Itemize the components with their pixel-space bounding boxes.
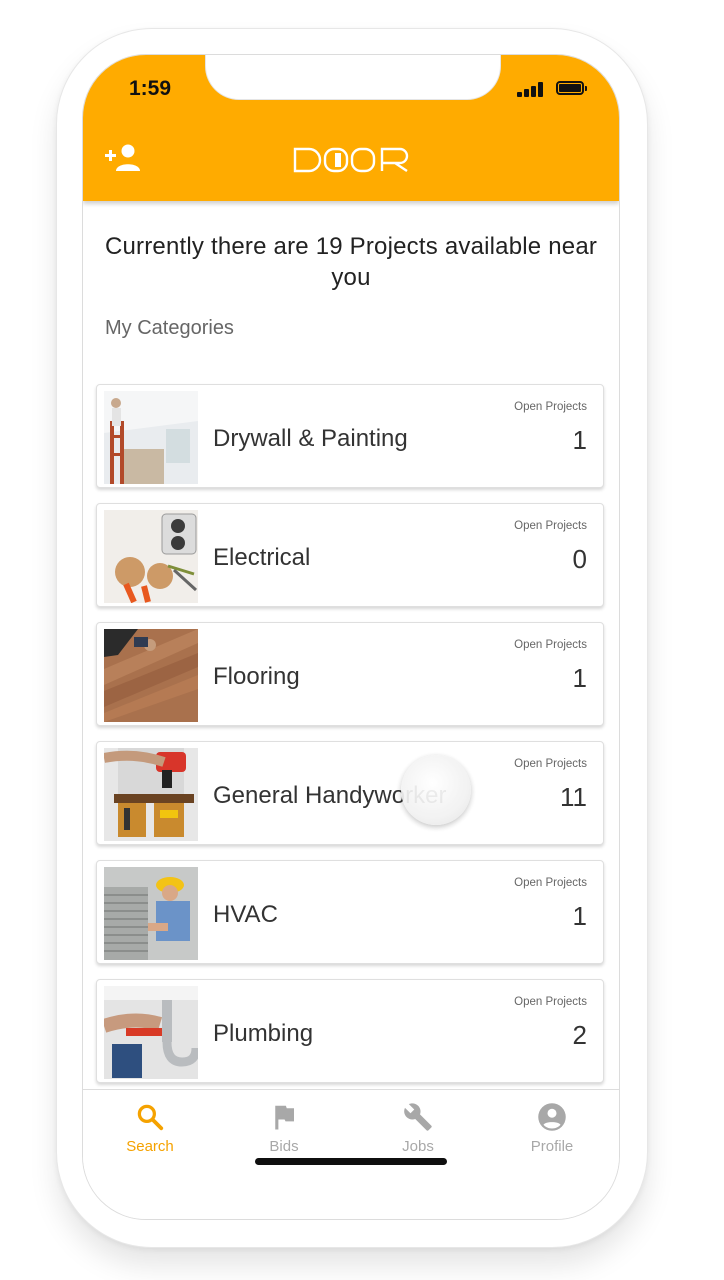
open-projects-count: 2 xyxy=(572,1020,587,1050)
status-time: 1:59 xyxy=(129,77,172,100)
sink-pipe-photo xyxy=(104,986,198,1079)
open-projects-label: Open Projects xyxy=(514,758,587,770)
category-card-flooring[interactable]: Flooring Open Projects 1 xyxy=(96,622,604,726)
tab-bids[interactable]: Bids xyxy=(217,1102,351,1162)
category-name: Flooring xyxy=(213,663,300,690)
open-projects-label: Open Projects xyxy=(514,401,587,413)
bottom-tab-bar: Search Bids Jobs Profile xyxy=(83,1089,619,1219)
wood-flooring-photo xyxy=(104,629,198,722)
tab-search[interactable]: Search xyxy=(83,1102,217,1162)
add-user-icon[interactable] xyxy=(103,143,143,173)
device-notch xyxy=(205,55,501,100)
open-projects-count: 1 xyxy=(572,425,587,455)
drywall-painting-photo xyxy=(104,391,198,484)
open-projects-label: Open Projects xyxy=(514,520,587,532)
category-card-general-handyworker[interactable]: General Handyworker Open Projects 11 xyxy=(96,741,604,845)
category-name: HVAC xyxy=(213,901,278,928)
open-projects-label: Open Projects xyxy=(514,639,587,651)
projects-available-text: Currently there are 19 Projects availabl… xyxy=(104,233,598,291)
open-projects-count: 1 xyxy=(572,663,587,693)
category-card-plumbing[interactable]: Plumbing Open Projects 2 xyxy=(96,979,604,1083)
hvac-technician-photo xyxy=(104,867,198,960)
tab-label: Jobs xyxy=(402,1138,434,1155)
search-icon xyxy=(137,1104,164,1131)
category-card-hvac[interactable]: HVAC Open Projects 1 xyxy=(96,860,604,964)
open-projects-count: 1 xyxy=(572,901,587,931)
open-projects-label: Open Projects xyxy=(514,877,587,889)
flag-icon xyxy=(275,1105,294,1130)
signal-icon xyxy=(517,81,547,97)
home-indicator xyxy=(255,1158,447,1165)
tab-jobs[interactable]: Jobs xyxy=(351,1102,485,1162)
battery-icon xyxy=(556,81,587,95)
app-screen: 1:59 Currently there are 19 Projects ava… xyxy=(82,54,620,1220)
tab-label: Bids xyxy=(269,1138,299,1155)
door-logo xyxy=(293,147,409,173)
category-card-electrical[interactable]: Electrical Open Projects 0 xyxy=(96,503,604,607)
category-name: Electrical xyxy=(213,544,311,571)
tab-label: Search xyxy=(126,1138,174,1155)
touch-indicator xyxy=(401,755,471,825)
open-projects-label: Open Projects xyxy=(514,996,587,1008)
category-card-drywall-painting[interactable]: Drywall & Painting Open Projects 1 xyxy=(96,384,604,488)
wrench-icon xyxy=(404,1103,432,1131)
category-name: Plumbing xyxy=(213,1020,314,1047)
section-title: My Categories xyxy=(105,317,234,339)
tab-profile[interactable]: Profile xyxy=(485,1102,619,1162)
tab-label: Profile xyxy=(530,1138,574,1155)
account-circle-icon xyxy=(538,1103,566,1131)
category-name: Drywall & Painting xyxy=(213,425,408,452)
app-header: 1:59 xyxy=(83,55,619,201)
open-projects-count: 0 xyxy=(572,544,587,574)
handyman-toolbelt-photo xyxy=(104,748,198,841)
open-projects-count: 11 xyxy=(560,782,587,812)
electrical-outlet-photo xyxy=(104,510,198,603)
